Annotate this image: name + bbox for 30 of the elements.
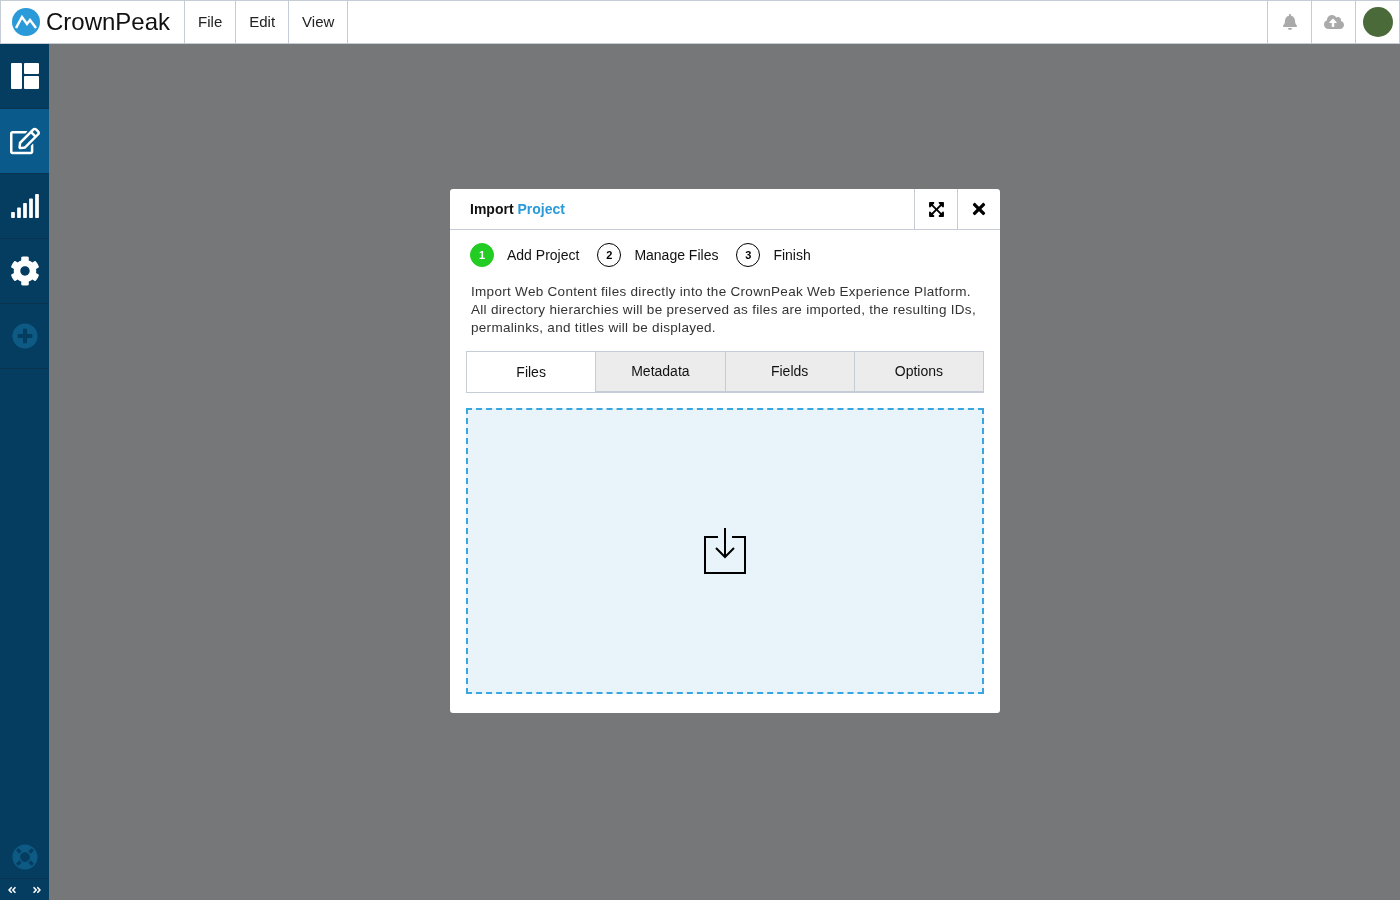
- dialog-title: Import Project: [469, 199, 566, 219]
- step-number: 2: [597, 243, 622, 267]
- menu-item[interactable]: Edit: [236, 1, 290, 43]
- edit-icon: [9, 126, 40, 156]
- step-label: Manage Files: [634, 245, 719, 265]
- step-number: 3: [736, 243, 761, 267]
- tab[interactable]: Fields: [725, 352, 855, 392]
- dashboard-icon: [9, 61, 40, 91]
- sidebar-item[interactable]: [0, 109, 49, 174]
- tab[interactable]: Metadata: [596, 352, 726, 392]
- step-label: Finish: [773, 245, 811, 265]
- menu-item[interactable]: View: [289, 1, 349, 43]
- step-number: 1: [470, 243, 494, 267]
- collapse-icon[interactable]: [7, 884, 18, 895]
- bar-chart-icon: [9, 191, 40, 221]
- tab[interactable]: Options: [854, 352, 983, 392]
- bell-icon: [1281, 14, 1298, 30]
- brand-name: CrownPeak: [46, 7, 171, 37]
- expand-arrows-icon: [927, 200, 945, 218]
- cloud-upload-icon: [1323, 12, 1344, 32]
- expand-icon[interactable]: [31, 884, 42, 895]
- avatar[interactable]: [1362, 7, 1393, 37]
- plus-icon: [11, 323, 38, 349]
- settings-icon: [9, 256, 40, 286]
- step-label: Add Project: [507, 245, 580, 265]
- mountain-logo-icon: [12, 8, 40, 36]
- menu-item[interactable]: File: [185, 1, 237, 43]
- dialog-description: Import Web Content files directly into the CrownPeak Web Experience Platform. All directory hierarchies will be preserved as files are imported, the resulting IDs, permalinks, and titles will be displayed.: [470, 283, 977, 337]
- close-icon: [970, 200, 988, 218]
- download-tray-icon: [704, 527, 746, 575]
